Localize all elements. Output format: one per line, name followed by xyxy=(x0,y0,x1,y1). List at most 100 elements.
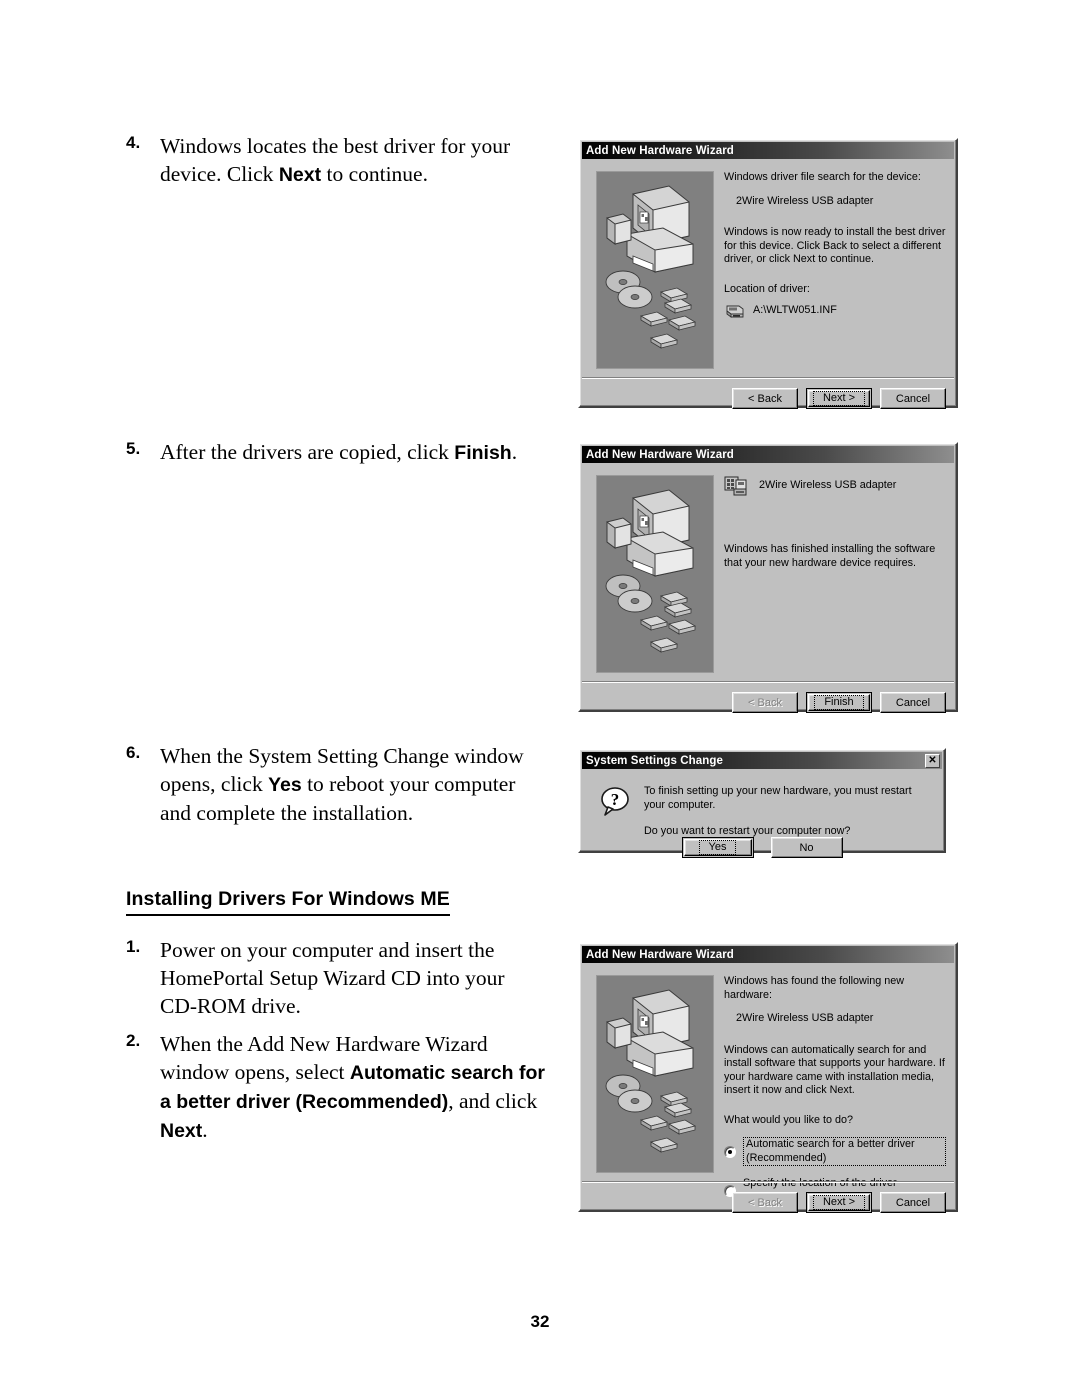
no-button-label: No xyxy=(799,841,814,854)
step-text: Power on your computer and insert the Ho… xyxy=(160,936,528,1020)
titlebar: Add New Hardware Wizard xyxy=(582,446,954,463)
location-of-driver-label: Location of driver: xyxy=(724,282,810,295)
yes-button-label: Yes xyxy=(698,840,737,855)
step-item-4: 4. Windows locates the best driver for y… xyxy=(126,132,532,189)
document-page: 4. Windows locates the best driver for y… xyxy=(0,0,1080,1397)
button-row: Yes No xyxy=(582,837,942,858)
next-button-label: Next > xyxy=(812,1195,866,1210)
step-item-6: 6. When the System Setting Change window… xyxy=(126,742,548,827)
dialog-new-hardware-found[interactable]: Add New Hardware Wizard Windows has foun… xyxy=(578,942,958,1213)
step-text: When the System Setting Change window op… xyxy=(160,742,548,827)
driver-path-row: A:\WLTW051.INF xyxy=(724,303,946,318)
restart-required-line: To finish setting up your new hardware, … xyxy=(644,785,912,811)
radio-button-icon[interactable] xyxy=(724,1145,736,1158)
dialog-body: ? To finish setting up your new hardware… xyxy=(582,769,942,858)
wizard-text: Windows has found the following new hard… xyxy=(724,975,946,1215)
network-adapter-icon xyxy=(724,476,747,496)
step-text-plain-2: . xyxy=(511,440,518,464)
device-name: 2Wire Wireless USB adapter xyxy=(759,479,897,492)
dialog-body: Windows driver file search for the devic… xyxy=(582,159,954,409)
driver-search-line: Windows driver file search for the devic… xyxy=(724,171,921,183)
driver-path: A:\WLTW051.INF xyxy=(753,303,837,316)
step-text: After the drivers are copied, click Fini… xyxy=(160,438,560,467)
button-row: < Back Finish Cancel xyxy=(732,692,946,713)
divider xyxy=(582,1181,954,1183)
computer-hardware-illustration xyxy=(597,976,713,1172)
device-row: 2Wire Wireless USB adapter xyxy=(724,475,946,497)
dialog-body: 2Wire Wireless USB adapter Windows has f… xyxy=(582,463,954,713)
button-row: < Back Next > Cancel xyxy=(732,388,946,409)
finished-message: Windows has finished installing the soft… xyxy=(724,543,936,569)
titlebar: System Settings Change ✕ xyxy=(582,752,942,769)
close-icon[interactable]: ✕ xyxy=(925,753,940,768)
step-text: When the Add New Hardware Wizard window … xyxy=(160,1030,554,1145)
dialog-body: Windows has found the following new hard… xyxy=(582,963,954,1213)
cancel-button[interactable]: Cancel xyxy=(880,388,946,409)
yes-button[interactable]: Yes xyxy=(681,837,754,858)
window-title: Add New Hardware Wizard xyxy=(586,144,734,157)
cancel-button[interactable]: Cancel xyxy=(880,692,946,713)
divider xyxy=(582,681,954,683)
dialog-install-finished[interactable]: Add New Hardware Wizard 2Wire Wireless U… xyxy=(578,442,958,713)
step-text-bold-2: Next xyxy=(160,1120,203,1142)
device-name: 2Wire Wireless USB adapter xyxy=(736,194,874,207)
dialog-driver-file-search[interactable]: Add New Hardware Wizard Windows driver f… xyxy=(578,138,958,409)
finish-button[interactable]: Finish xyxy=(806,692,872,713)
back-button-label: < Back xyxy=(748,392,782,405)
auto-search-description: Windows can automatically search for and… xyxy=(724,1043,945,1097)
step-text-bold: Yes xyxy=(268,774,302,796)
cancel-button[interactable]: Cancel xyxy=(880,1192,946,1213)
wizard-illustration xyxy=(596,475,714,673)
window-title: Add New Hardware Wizard xyxy=(586,948,734,961)
step-text-bold: Next xyxy=(278,164,322,186)
step-text-plain: Power on your computer and insert the Ho… xyxy=(160,938,505,1018)
next-button[interactable]: Next > xyxy=(806,388,872,409)
step-text-plain: After the drivers are copied, click xyxy=(160,440,455,464)
back-button-label: < Back xyxy=(748,1196,782,1209)
step-number: 5. xyxy=(126,439,141,458)
step-item-2: 2. When the Add New Hardware Wizard wind… xyxy=(126,1030,554,1145)
computer-hardware-illustration xyxy=(597,172,713,368)
back-button[interactable]: < Back xyxy=(732,388,798,409)
wizard-illustration xyxy=(596,975,714,1173)
step-number: 6. xyxy=(126,743,141,762)
next-button[interactable]: Next > xyxy=(806,1192,872,1213)
what-would-you-like-label: What would you like to do? xyxy=(724,1113,854,1126)
close-glyph: ✕ xyxy=(928,754,937,766)
finish-button-label: Finish xyxy=(814,695,864,710)
step-text-plain-2: to continue. xyxy=(321,162,428,186)
restart-question-line: Do you want to restart your computer now… xyxy=(644,825,851,837)
titlebar: Add New Hardware Wizard xyxy=(582,142,954,159)
computer-hardware-illustration xyxy=(597,476,713,672)
step-number: 1. xyxy=(126,937,141,956)
back-button: < Back xyxy=(732,1192,798,1213)
floppy-drive-icon xyxy=(726,305,744,318)
cancel-button-label: Cancel xyxy=(895,696,931,709)
step-item-5: 5. After the drivers are copied, click F… xyxy=(126,438,560,467)
step-number: 4. xyxy=(126,133,141,152)
radio-option-automatic-label: Automatic search for a better driver (Re… xyxy=(743,1137,946,1166)
radio-option-automatic[interactable]: Automatic search for a better driver (Re… xyxy=(724,1137,946,1166)
wizard-illustration xyxy=(596,171,714,369)
section-heading: Installing Drivers For Windows ME xyxy=(126,888,450,916)
step-text-plain-2: , and click xyxy=(448,1089,538,1113)
question-mark-icon: ? xyxy=(601,787,629,816)
divider xyxy=(582,377,954,379)
no-button[interactable]: No xyxy=(770,837,843,858)
step-text-plain-3: . xyxy=(202,1118,208,1142)
ready-to-install-message: Windows is now ready to install the best… xyxy=(724,226,946,265)
button-row: < Back Next > Cancel xyxy=(732,1192,946,1213)
step-number: 2. xyxy=(126,1031,141,1050)
page-number: 32 xyxy=(530,1312,550,1331)
wizard-text: Windows driver file search for the devic… xyxy=(724,171,946,328)
back-button: < Back xyxy=(732,692,798,713)
svg-text:?: ? xyxy=(611,790,620,809)
titlebar: Add New Hardware Wizard xyxy=(582,946,954,963)
cancel-button-label: Cancel xyxy=(895,392,931,405)
window-title: System Settings Change xyxy=(586,754,724,767)
back-button-label: < Back xyxy=(748,696,782,709)
step-item-1: 1. Power on your computer and insert the… xyxy=(126,936,528,1020)
wizard-text: 2Wire Wireless USB adapter Windows has f… xyxy=(724,475,946,580)
next-button-label: Next > xyxy=(812,391,866,406)
dialog-system-settings-change[interactable]: System Settings Change ✕ ? To finish set… xyxy=(578,748,946,858)
